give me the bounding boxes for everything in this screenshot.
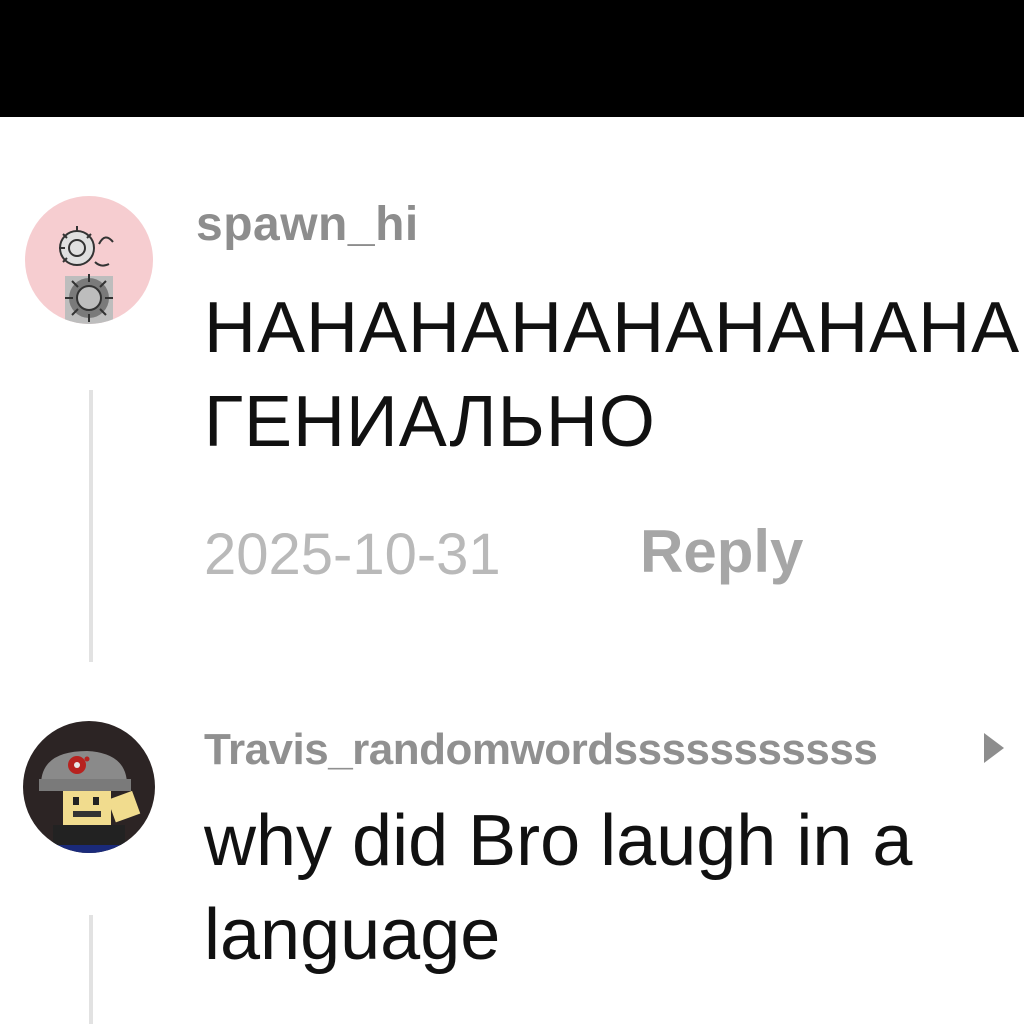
comment-text-line: НАНАНАНАНАНАНАНА: [204, 288, 1021, 368]
thread-line: [89, 915, 93, 1024]
reply-button[interactable]: Reply: [640, 517, 803, 586]
thread-line: [89, 390, 93, 662]
comment-text: why did Bro laugh in a language: [204, 794, 912, 982]
comment-text-line: ГЕНИАЛЬНО: [204, 382, 656, 462]
play-arrow-icon[interactable]: [984, 733, 1004, 763]
blocky-character-icon: [39, 751, 141, 853]
comment-text-line: why did Bro laugh in a: [204, 801, 913, 881]
comment-username[interactable]: spawn_hi: [196, 197, 419, 252]
avatar-travis[interactable]: [23, 721, 155, 853]
comment-text-line: language: [204, 895, 501, 975]
avatar-spawn-hi[interactable]: [25, 196, 153, 324]
gear-character-icon: [59, 226, 114, 324]
comment-username[interactable]: Travis_randomwordsssssssssss: [204, 725, 878, 775]
top-bar: [0, 0, 1024, 117]
comment-date: 2025-10-31: [204, 522, 501, 587]
comment-text: НАНАНАНАНАНАНАНА ГЕНИАЛЬНО: [204, 281, 1020, 469]
